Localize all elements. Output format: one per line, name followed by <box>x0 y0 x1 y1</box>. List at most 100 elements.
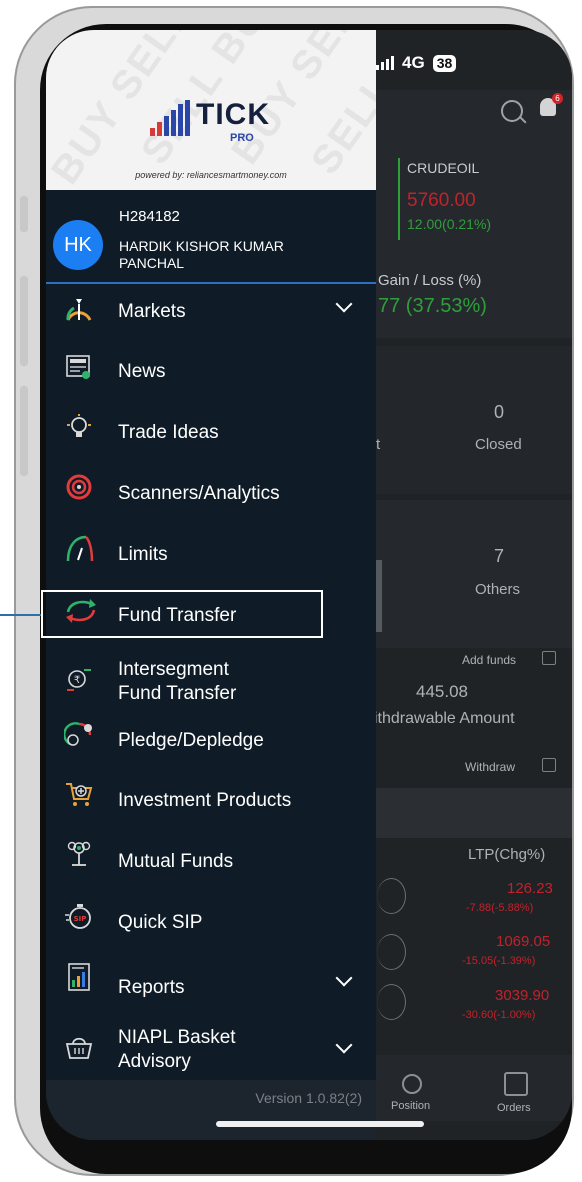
menu-label: Fund Transfer <box>118 683 237 704</box>
ltp-change: -15.05(-1.39%) <box>462 955 536 967</box>
orders-icon[interactable] <box>504 1072 528 1096</box>
watchlist-header-band <box>376 788 572 838</box>
menu-label: Intersegment <box>118 659 229 680</box>
row-icon <box>377 984 406 1020</box>
stopwatch-icon: SIP <box>65 904 91 929</box>
logo-brand: TICK <box>196 98 270 131</box>
annotation-pointer-line <box>0 614 41 616</box>
menu-item-trade-ideas[interactable]: Trade Ideas <box>46 407 376 463</box>
drawer-footer <box>46 1080 376 1140</box>
menu-label: Limits <box>118 544 168 565</box>
nav-position[interactable]: Position <box>391 1100 430 1112</box>
menu-item-news[interactable]: News <box>46 346 376 402</box>
news-icon <box>66 355 90 379</box>
network-label: 4G <box>402 53 425 72</box>
menu-item-pledge-depledge[interactable]: Pledge/Depledge <box>46 712 376 768</box>
orders-summary-panel <box>376 346 572 494</box>
add-funds-link[interactable]: Add funds <box>462 653 516 667</box>
drawer-logo-area: BUY SELL SELL BUY BUY SELL SELL BUY TICK… <box>46 30 376 190</box>
status-bar: 4G 38 <box>376 52 457 74</box>
menu-label: Pledge/Depledge <box>118 730 264 751</box>
target-icon <box>66 474 92 500</box>
menu-item-niapl-basket-advisory[interactable]: NIAPL Basket Advisory <box>46 1022 376 1082</box>
rupee-transfer-icon: ₹ <box>67 669 91 691</box>
ltp-price: 126.23 <box>507 880 553 897</box>
others-count: 7 <box>494 546 505 566</box>
user-id: H284182 <box>119 208 180 225</box>
user-profile[interactable]: HK H284182 HARDIK KISHOR KUMAR PANCHAL <box>46 190 376 284</box>
powered-by: powered by: reliancesmartmoney.com <box>135 170 287 180</box>
svg-text:SIP: SIP <box>74 915 87 923</box>
avatar: HK <box>53 220 103 270</box>
gain-loss-value: 77 (37.53%) <box>378 295 487 317</box>
chevron-down-icon[interactable] <box>335 295 353 313</box>
index-value: 5760.00 <box>407 190 476 211</box>
money-tree-icon <box>67 841 91 866</box>
menu-item-investment-products[interactable]: Investment Products <box>46 773 376 829</box>
menu-label: Markets <box>118 301 186 322</box>
index-name: CRUDEOIL <box>407 160 480 176</box>
share-icon[interactable] <box>542 758 556 772</box>
row-icon <box>377 878 406 914</box>
phone-volume-down <box>20 386 28 476</box>
home-indicator[interactable] <box>216 1121 424 1127</box>
menu-label: Investment Products <box>118 790 292 811</box>
report-icon <box>68 963 90 991</box>
cart-icon <box>66 783 93 806</box>
menu-label: Quick SIP <box>118 912 203 933</box>
menu-item-markets[interactable]: Markets <box>46 284 376 340</box>
signal-icon <box>376 56 394 70</box>
phone-side-button <box>20 196 28 232</box>
closed-count: 0 <box>494 402 505 422</box>
menu-item-reports[interactable]: Reports <box>46 956 376 1012</box>
ltp-change: -7.88(-5.88%) <box>466 902 534 914</box>
ltp-price: 1069.05 <box>496 933 551 950</box>
gauge-icon <box>66 299 92 321</box>
withdrawable-label: ithdrawable Amount <box>374 710 515 727</box>
ltp-header: LTP(Chg%) <box>468 846 546 863</box>
positions-summary-panel <box>376 500 572 648</box>
position-icon[interactable] <box>402 1074 422 1094</box>
notification-badge: 6 <box>552 93 563 104</box>
gain-loss-label: Gain / Loss (%) <box>378 272 482 289</box>
lightbulb-icon <box>67 414 91 437</box>
bar-fragment <box>376 560 382 632</box>
menu-label: Scanners/Analytics <box>118 483 280 504</box>
ltp-price: 3039.90 <box>495 987 550 1004</box>
chevron-down-icon[interactable] <box>335 1036 353 1054</box>
withdraw-link[interactable]: Withdraw <box>465 760 515 774</box>
share-icon[interactable] <box>542 651 556 665</box>
withdrawable-value: 445.08 <box>416 682 468 701</box>
basket-icon <box>65 1037 93 1059</box>
menu-item-intersegment-fund-transfer[interactable]: ₹ Intersegment Fund Transfer <box>46 654 376 714</box>
menu-label: Advisory <box>118 1051 191 1072</box>
pledge-icon <box>64 722 92 746</box>
menu-item-scanners-analytics[interactable]: Scanners/Analytics <box>46 468 376 524</box>
menu-label: News <box>118 361 166 382</box>
menu-item-mutual-funds[interactable]: Mutual Funds <box>46 834 376 890</box>
user-name: HARDIK KISHOR KUMAR PANCHAL <box>119 238 284 271</box>
annotation-highlight-box <box>41 590 323 638</box>
chevron-down-icon[interactable] <box>335 969 353 987</box>
menu-label: Mutual Funds <box>118 851 234 872</box>
ltp-change: -30.60(-1.00%) <box>462 1009 536 1021</box>
svg-text:₹: ₹ <box>74 675 80 686</box>
index-change: 12.00(0.21%) <box>407 216 492 232</box>
search-icon[interactable] <box>501 100 523 122</box>
logo-sub: PRO <box>230 132 254 144</box>
battery-icon: 38 <box>432 54 457 72</box>
open-label-fragment: t <box>376 436 381 453</box>
tick-logo-icon <box>150 100 194 136</box>
screen: 4G 38 6 CRUDEOIL 5760.00 12.00(0.21%) Ga… <box>46 30 572 1140</box>
menu-item-quick-sip[interactable]: SIP Quick SIP <box>46 895 376 951</box>
others-label: Others <box>475 581 521 598</box>
phone-volume-up <box>20 276 28 366</box>
closed-label: Closed <box>475 436 522 453</box>
navigation-drawer: BUY SELL SELL BUY BUY SELL SELL BUY TICK… <box>46 30 376 1140</box>
menu-label: NIAPL Basket <box>118 1027 236 1048</box>
menu-label: Reports <box>118 977 185 998</box>
nav-orders[interactable]: Orders <box>497 1102 531 1114</box>
app-version: Version 1.0.82(2) <box>255 1090 362 1106</box>
menu-item-limits[interactable]: Limits <box>46 529 376 585</box>
menu-label: Trade Ideas <box>118 422 219 443</box>
